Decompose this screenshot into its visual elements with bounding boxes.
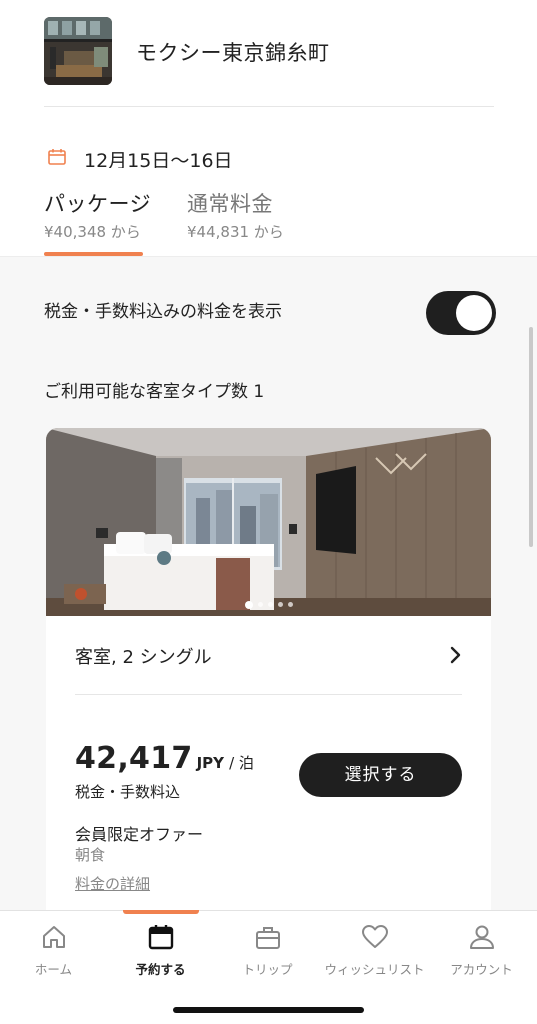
tax-toggle-switch[interactable] bbox=[426, 291, 496, 335]
scrollbar[interactable] bbox=[529, 327, 533, 547]
photo-carousel-dots[interactable] bbox=[46, 594, 491, 613]
nav-account[interactable]: アカウント bbox=[428, 911, 535, 991]
tab-package-title: パッケージ bbox=[44, 192, 152, 216]
home-icon bbox=[43, 926, 65, 948]
price-tax-note: 税金・手数料込 bbox=[75, 783, 181, 801]
room-type-name: 客室, 2 シングル bbox=[75, 647, 212, 668]
booking-page: モクシー東京錦糸町 12月15日～16日 パッケージ ¥40,348 から 通常… bbox=[0, 0, 537, 1024]
room-photo[interactable] bbox=[46, 428, 491, 616]
carousel-dot[interactable] bbox=[244, 600, 253, 609]
calendar-icon bbox=[48, 149, 66, 165]
toggle-knob bbox=[456, 295, 492, 331]
nav-booking-label: 予約する bbox=[135, 962, 186, 977]
nav-booking[interactable]: 予約する bbox=[107, 911, 214, 991]
nav-wishlist-label: ウィッシュリスト bbox=[324, 962, 425, 977]
rate-tabs: パッケージ ¥40,348 から 通常料金 ¥44,831 から bbox=[44, 188, 504, 256]
select-room-button[interactable]: 選択する bbox=[299, 753, 462, 797]
chevron-right-icon bbox=[450, 646, 461, 664]
price-row: 42,417 JPY / 泊 税金・手数料込 選択する bbox=[75, 741, 462, 801]
rooms-section: 税金・手数料込みの料金を表示 ご利用可能な客室タイプ数 1 客室, 2 シングル… bbox=[0, 256, 537, 918]
tab-regular-rate-title: 通常料金 bbox=[187, 192, 273, 216]
tab-regular-rate-price: ¥44,831 から bbox=[187, 223, 284, 241]
nav-trips[interactable]: トリップ bbox=[214, 911, 321, 991]
price-per-night: / 泊 bbox=[229, 754, 254, 772]
nav-wishlist[interactable]: ウィッシュリスト bbox=[321, 911, 428, 991]
tax-toggle-row: 税金・手数料込みの料金を表示 bbox=[44, 291, 496, 335]
tab-package[interactable]: パッケージ ¥40,348 から bbox=[44, 188, 151, 242]
room-card: 客室, 2 シングル 42,417 JPY / 泊 税金・手数料込 選択する 会員… bbox=[46, 428, 491, 918]
hotel-name: モクシー東京錦糸町 bbox=[136, 41, 330, 65]
price-currency: JPY bbox=[196, 754, 225, 772]
nav-trips-label: トリップ bbox=[242, 962, 293, 977]
suitcase-icon bbox=[256, 927, 280, 949]
calendar-icon bbox=[148, 925, 174, 950]
tab-regular-rate[interactable]: 通常料金 ¥44,831 から bbox=[187, 188, 284, 242]
heart-icon bbox=[362, 925, 388, 948]
rate-details-link[interactable]: 料金の詳細 bbox=[75, 873, 150, 894]
tab-package-price: ¥40,348 から bbox=[44, 223, 141, 241]
home-indicator[interactable] bbox=[173, 1007, 364, 1013]
offer-title: 会員限定オファー bbox=[75, 825, 204, 844]
nav-home-label: ホーム bbox=[34, 962, 73, 977]
bottom-nav: ホーム 予約する トリップ ウィッシュリスト アカウント bbox=[0, 910, 537, 1024]
available-room-types-count: ご利用可能な客室タイプ数 1 bbox=[44, 382, 265, 402]
date-row[interactable]: 12月15日～16日 bbox=[48, 146, 488, 168]
hotel-thumbnail[interactable] bbox=[44, 17, 112, 85]
carousel-dot[interactable] bbox=[277, 602, 283, 607]
tax-toggle-label: 税金・手数料込みの料金を表示 bbox=[44, 302, 282, 322]
nav-home[interactable]: ホーム bbox=[0, 911, 107, 991]
nav-account-label: アカウント bbox=[450, 962, 513, 977]
stay-dates: 12月15日～16日 bbox=[84, 150, 233, 168]
offer-inclusion: 朝食 bbox=[75, 846, 106, 864]
hotel-header: モクシー東京錦糸町 bbox=[44, 17, 494, 107]
person-icon bbox=[470, 925, 494, 949]
carousel-dot[interactable] bbox=[267, 602, 273, 607]
nightly-price: 42,417 JPY / 泊 bbox=[75, 741, 254, 776]
carousel-dot[interactable] bbox=[287, 602, 293, 607]
room-type-row[interactable]: 客室, 2 シングル bbox=[75, 616, 462, 695]
price-amount: 42,417 bbox=[75, 741, 193, 776]
carousel-dot[interactable] bbox=[257, 602, 263, 607]
